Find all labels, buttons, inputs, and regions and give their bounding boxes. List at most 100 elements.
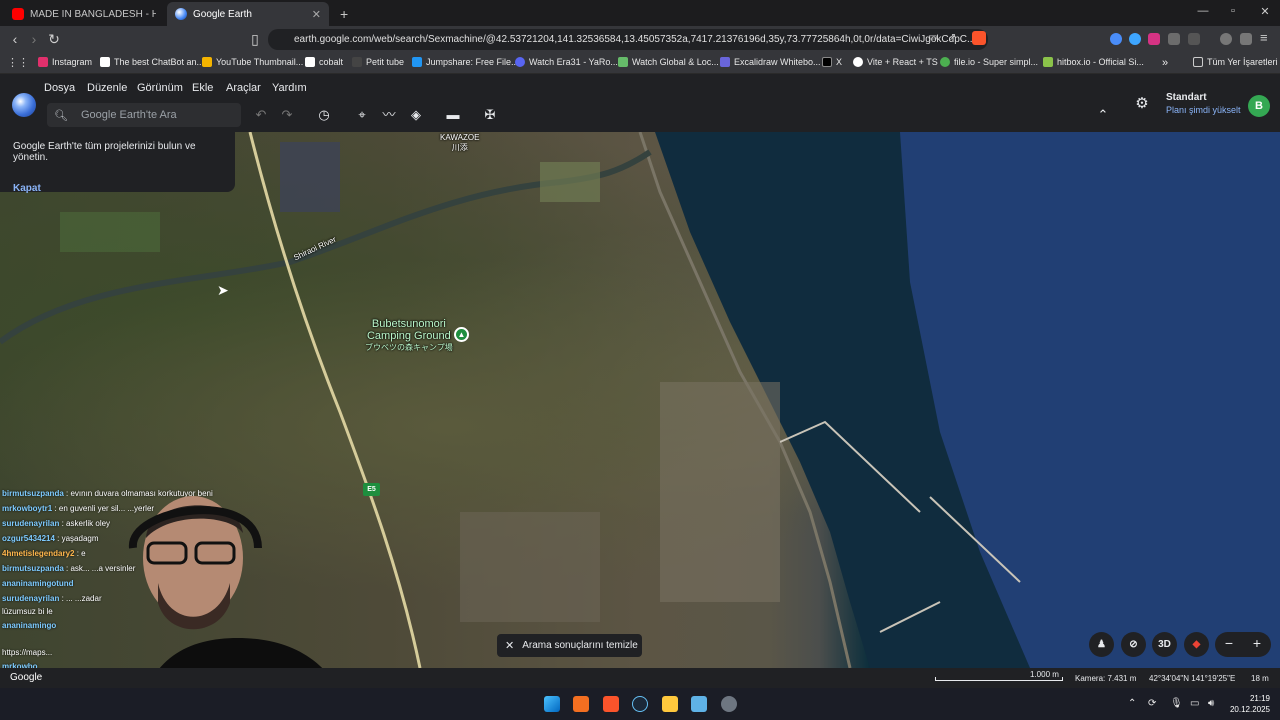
campsite-pin-icon[interactable]: ▲ — [454, 327, 469, 342]
photos-icon[interactable] — [691, 696, 707, 712]
bookmark-hitbox[interactable]: hitbox.io - Official Si... — [1043, 57, 1144, 67]
share-icon[interactable]: ⇗ — [948, 32, 956, 43]
placemark-icon[interactable]: ⌖ — [353, 107, 371, 123]
new-tab-button[interactable]: + — [332, 2, 352, 26]
bookmark-file-io[interactable]: file.io - Super simpl... — [940, 57, 1038, 67]
settings-gear-icon[interactable]: ⚙ — [1133, 96, 1151, 112]
url-text: earth.google.com/web/search/Sexmachine/@… — [294, 34, 976, 45]
menu-add[interactable]: Ekle — [192, 82, 213, 94]
field — [60, 212, 160, 252]
bookmark-icon[interactable]: ▯ — [246, 31, 264, 47]
back-arrow-icon[interactable]: ‹ — [6, 31, 24, 47]
microphone-icon[interactable]: 🎙︎ — [1170, 698, 1183, 709]
petit-tube-icon — [352, 57, 362, 67]
map-label-text-jp: ブウベツの森キャンプ場 — [365, 343, 453, 352]
menu-tools[interactable]: Araçlar — [226, 82, 261, 94]
mouse-cursor-icon: ➤ — [217, 282, 229, 298]
vpn-shield-icon[interactable] — [1240, 33, 1252, 45]
brave-browser-icon[interactable] — [603, 696, 619, 712]
undo-icon[interactable]: ↶ — [252, 107, 270, 123]
reload-icon[interactable]: ↻ — [45, 31, 63, 47]
music-icon[interactable] — [1220, 33, 1232, 45]
map-label-camping[interactable]: Bubetsunomori Camping Ground ブウベツの森キャンプ場 — [365, 318, 453, 354]
location-off-icon[interactable]: ⊘ — [1121, 632, 1146, 657]
map-label-text: KAWAZOE — [440, 133, 480, 142]
steam-icon[interactable] — [632, 696, 648, 712]
close-window-icon[interactable]: ✕ — [1250, 5, 1280, 18]
menu-edit[interactable]: Düzenle — [87, 82, 127, 94]
tray-chevron-icon[interactable]: ⌃ — [1128, 698, 1136, 709]
menu-help[interactable]: Yardım — [272, 82, 307, 94]
bookmark-chatbot[interactable]: The best ChatBot an... — [100, 57, 204, 67]
browser-tab-google-earth[interactable]: Google Earth ✕ — [167, 2, 329, 26]
compass-icon[interactable]: ◆ — [1184, 632, 1209, 657]
bookmark-era31[interactable]: Watch Era31 - YaRo... — [515, 57, 618, 67]
clear-search-results-button[interactable]: ✕ Arama sonuçlarını temizle — [497, 634, 642, 657]
display-icon[interactable]: ▭ — [1190, 698, 1199, 709]
url-field[interactable]: earth.google.com/web/search/Sexmachine/@… — [268, 29, 988, 50]
bookmark-vite[interactable]: Vite + React + TS — [853, 57, 938, 67]
history-icon[interactable]: ◷ — [315, 107, 333, 123]
browser-tab-youtube[interactable]: MADE IN BANGLADESH - Hızlı Moda — [4, 2, 164, 26]
bookmark-watch-global[interactable]: Watch Global & Loc... — [618, 57, 719, 67]
forward-arrow-icon[interactable]: › — [25, 31, 43, 47]
cast-icon[interactable]: ▭ — [928, 32, 937, 43]
extension-pink-icon[interactable] — [1148, 33, 1160, 45]
volume-icon[interactable]: 🔊︎ — [1208, 698, 1214, 709]
earth-toolbar: Dosya Düzenle Görünüm Ekle Araçlar Yardı… — [0, 74, 1280, 132]
chat-user: birmutsuzpanda — [2, 564, 64, 573]
field — [540, 162, 600, 202]
maximize-icon[interactable]: ▫ — [1218, 5, 1248, 17]
clear-search-label: Arama sonuçlarını temizle — [522, 640, 638, 651]
sidebar-icon[interactable] — [1188, 33, 1200, 45]
menu-view[interactable]: Görünüm — [137, 82, 183, 94]
tray-sync-icon[interactable]: ⟳ — [1148, 698, 1156, 709]
apps-grid-icon[interactable]: ⋮⋮ — [7, 56, 29, 69]
system-clock[interactable]: 21:19 20.12.2025 — [1224, 693, 1270, 715]
bookmark-x[interactable]: X — [822, 57, 842, 67]
extension-audio-icon[interactable] — [1110, 33, 1122, 45]
projects-tool-icon[interactable]: ✠ — [481, 107, 499, 123]
chat-text: : ... ...zadar — [61, 594, 102, 603]
bookmark-instagram[interactable]: Instagram — [38, 57, 92, 67]
brave-shield-icon[interactable] — [972, 31, 986, 45]
bookmark-jumpshare[interactable]: Jumpshare: Free File... — [412, 57, 519, 67]
pegman-streetview-icon[interactable]: ♟ — [1089, 632, 1114, 657]
layers-icon[interactable]: ◈ — [407, 107, 425, 123]
google-earth-icon — [175, 8, 187, 20]
browser-menu-icon[interactable]: ≡ — [1260, 30, 1268, 45]
bookmark-label: Instagram — [52, 57, 93, 67]
scale-label: 1.000 m — [1030, 670, 1059, 679]
bookmark-youtube-thumbnail[interactable]: YouTube Thumbnail... — [202, 57, 303, 67]
windows-start-icon[interactable] — [544, 696, 560, 712]
extension-blue-icon[interactable] — [1129, 33, 1141, 45]
zoom-in-button[interactable]: + — [1243, 635, 1271, 651]
menu-file[interactable]: Dosya — [44, 82, 75, 94]
popup-close-button[interactable]: Kapat — [13, 183, 41, 194]
collapse-chevron-icon[interactable]: ⌃ — [1094, 107, 1112, 123]
chat-user: ozgur5434214 — [2, 534, 55, 543]
bookmark-petit-tube[interactable]: Petit tube — [352, 57, 404, 67]
chat-message: https://maps... — [2, 648, 52, 657]
all-bookmarks-button[interactable]: Tüm Yer İşaretleri — [1193, 57, 1278, 67]
bookmark-excalidraw[interactable]: Excalidraw Whitebo... — [720, 57, 821, 67]
obs-icon[interactable] — [721, 696, 737, 712]
google-earth-logo[interactable] — [12, 93, 36, 117]
app-launcher-icon[interactable] — [573, 696, 589, 712]
draw-path-icon[interactable]: 〰 — [380, 107, 398, 123]
earth-search-input[interactable]: 🔍︎ Google Earth'te Ara — [47, 103, 241, 127]
bookmark-cobalt[interactable]: cobalt — [305, 57, 343, 67]
file-explorer-icon[interactable] — [662, 696, 678, 712]
toggle-3d-button[interactable]: 3D — [1152, 632, 1177, 657]
plan-info[interactable]: Standart Planı şimdi yükselt — [1166, 92, 1241, 115]
zoom-out-button[interactable]: − — [1215, 635, 1243, 651]
extensions-puzzle-icon[interactable] — [1168, 33, 1180, 45]
plan-upgrade-link[interactable]: Planı şimdi yükselt — [1166, 105, 1241, 115]
close-tab-icon[interactable]: ✕ — [312, 8, 321, 21]
measure-icon[interactable]: ▬ — [444, 107, 462, 123]
more-bookmarks-button[interactable]: » — [1162, 57, 1168, 69]
minimize-icon[interactable]: — — [1188, 5, 1218, 17]
redo-icon[interactable]: ↷ — [278, 107, 296, 123]
user-avatar[interactable]: B — [1248, 95, 1270, 117]
hitbox-icon — [1043, 57, 1053, 67]
